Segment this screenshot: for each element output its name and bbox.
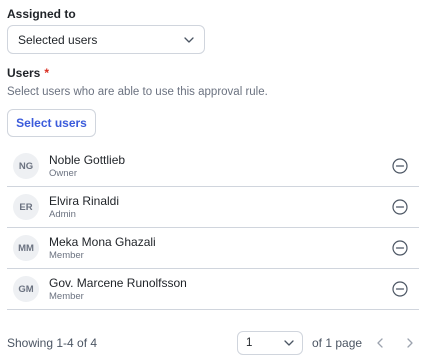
select-users-button[interactable]: Select users <box>7 109 96 137</box>
user-role: Member <box>49 290 84 302</box>
minus-circle-icon[interactable] <box>392 281 408 297</box>
chevron-down-icon <box>184 36 194 43</box>
list-item: NG Noble Gottlieb Owner <box>7 146 419 187</box>
user-name: Gov. Marcene Runolfsson <box>49 275 187 290</box>
list-item: MM Meka Mona Ghazali Member <box>7 228 419 269</box>
minus-circle-icon[interactable] <box>392 158 408 174</box>
avatar: MM <box>13 235 39 261</box>
pagination-summary: Showing 1-4 of 4 <box>7 336 98 350</box>
page-number-value: 1 <box>246 337 253 349</box>
list-item: GM Gov. Marcene Runolfsson Member <box>7 269 419 310</box>
avatar: NG <box>13 153 39 179</box>
chevron-down-icon <box>284 337 294 349</box>
user-role: Owner <box>49 167 77 179</box>
users-label-text: Users <box>7 66 41 80</box>
avatar: GM <box>13 276 39 302</box>
approval-rule-panel: Assigned to Selected users Users * Select… <box>0 0 421 363</box>
user-name: Meka Mona Ghazali <box>49 234 156 249</box>
assigned-to-label: Assigned to <box>7 7 76 21</box>
chevron-right-icon[interactable] <box>404 336 416 350</box>
minus-circle-icon[interactable] <box>392 240 408 256</box>
page-number-select[interactable]: 1 <box>237 331 303 355</box>
user-name: Elvira Rinaldi <box>49 193 120 208</box>
page-count-text: of 1 page <box>312 336 363 350</box>
user-role: Admin <box>49 208 76 220</box>
users-label: Users * <box>7 66 49 80</box>
list-item: ER Elvira Rinaldi Admin <box>7 187 419 228</box>
avatar: ER <box>13 194 39 220</box>
user-list: NG Noble Gottlieb Owner ER Elvira Rinald… <box>7 146 419 310</box>
required-marker: * <box>44 66 50 80</box>
user-role: Member <box>49 249 84 261</box>
user-name: Noble Gottlieb <box>49 152 126 167</box>
minus-circle-icon[interactable] <box>392 199 408 215</box>
assigned-to-select[interactable]: Selected users <box>7 25 205 54</box>
chevron-left-icon[interactable] <box>374 336 386 350</box>
assigned-to-value: Selected users <box>18 32 98 47</box>
users-help-text: Select users who are able to use this ap… <box>7 86 268 98</box>
